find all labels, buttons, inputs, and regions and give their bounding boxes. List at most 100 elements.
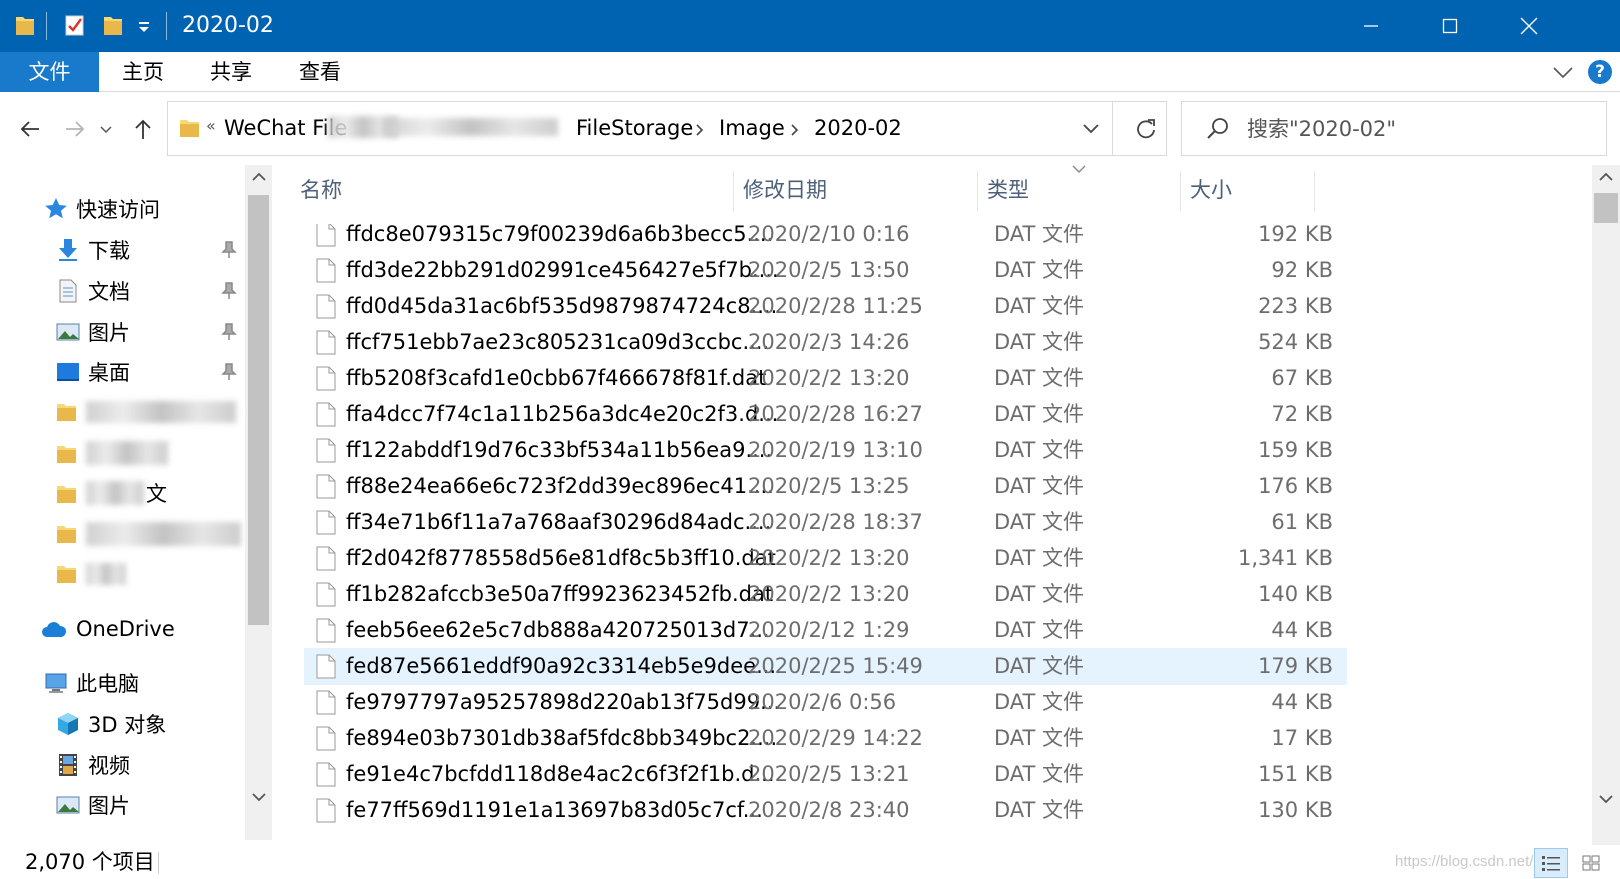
details-view-icon — [1542, 856, 1560, 871]
nav-label: 此电脑 — [76, 672, 139, 696]
nav-videos[interactable]: 视频 — [56, 748, 130, 782]
column-divider[interactable] — [1314, 171, 1315, 211]
file-name: ff34e71b6f11a7a768aaf30296d84adc.... — [346, 510, 772, 534]
chevron-up-icon — [1598, 172, 1613, 181]
column-divider[interactable] — [1180, 171, 1181, 211]
file-date: 2020/2/28 18:37 — [748, 510, 923, 534]
file-name: fe91e4c7bcfdd118d8e4ac2c6f3f2f1b.d... — [346, 762, 775, 786]
desktop-icon — [57, 363, 79, 381]
customize-dropdown-icon[interactable] — [137, 13, 151, 37]
file-row[interactable]: fe894e03b7301db38af5fdc8bb349bc2.... 2020… — [304, 720, 1347, 757]
nav-pictures[interactable]: 图片 — [56, 315, 130, 349]
pin-icon[interactable] — [221, 363, 237, 381]
nav-quick-access[interactable]: 快速访问 — [44, 192, 160, 226]
picture-icon — [56, 796, 80, 814]
search-box[interactable] — [1181, 101, 1607, 156]
file-row[interactable]: fe9797797a95257898d220ab13f75d99... 2020/… — [304, 684, 1347, 721]
file-row[interactable]: ffcf751ebb7ae23c805231ca09d3ccbc.... 2020… — [304, 324, 1347, 361]
file-size: 44 KB — [1271, 690, 1333, 714]
scrollbar-thumb[interactable] — [1594, 193, 1618, 223]
file-row[interactable]: feeb56ee62e5c7db888a420725013d7... 2020/2… — [304, 612, 1347, 649]
scrollbar-thumb[interactable] — [248, 195, 269, 625]
file-row[interactable]: ffd0d45da31ac6bf535d9879874724c8.... 2020… — [304, 288, 1347, 325]
tab-home[interactable]: 主页 — [110, 52, 176, 92]
address-dropdown-icon[interactable] — [1082, 122, 1100, 136]
back-button[interactable] — [15, 112, 45, 146]
file-row[interactable]: ffdc8e079315c79f00239d6a6b3becc5.... 2020… — [304, 224, 1347, 253]
column-divider[interactable] — [977, 171, 978, 211]
file-row[interactable]: fed87e5661eddf90a92c3314eb5e9dee... 2020/… — [304, 648, 1347, 685]
scroll-down-button[interactable] — [245, 785, 272, 809]
file-size: 1,341 KB — [1238, 546, 1333, 570]
file-icon — [316, 546, 336, 571]
address-bar[interactable]: « WeChat File FileStorage Image 2020-02 — [167, 101, 1167, 156]
tab-view[interactable]: 查看 — [287, 52, 353, 92]
breadcrumb-image[interactable]: Image — [719, 114, 785, 142]
file-row[interactable]: ff1b282afccb3e50a7ff9923623452fb.dat 2020… — [304, 576, 1347, 613]
file-row[interactable]: ffd3de22bb291d02991ce456427e5f7b.... 2020… — [304, 252, 1347, 289]
file-name: ffd0d45da31ac6bf535d9879874724c8.... — [346, 294, 778, 318]
maximize-button[interactable] — [1410, 0, 1490, 52]
file-row[interactable]: ff122abddf19d76c33bf534a11b56ea9.... 2020… — [304, 432, 1347, 469]
nav-this-pc[interactable]: 此电脑 — [44, 666, 139, 700]
scroll-up-button[interactable] — [1592, 165, 1619, 189]
forward-button[interactable] — [60, 112, 90, 146]
file-row[interactable]: ff88e24ea66e6c723f2dd39ec896ec41.... 2020… — [304, 468, 1347, 505]
file-row[interactable]: fe77ff569d1191e1a13697b83d05c7cf... 2020/… — [304, 792, 1347, 829]
tab-share[interactable]: 共享 — [198, 52, 264, 92]
minimize-button[interactable] — [1331, 0, 1411, 52]
file-size: 130 KB — [1258, 798, 1333, 822]
nav-3d-objects[interactable]: 3D 对象 — [56, 707, 166, 741]
maximize-icon — [1442, 18, 1458, 34]
details-view-button[interactable] — [1534, 848, 1568, 878]
column-header-size[interactable]: 大小 — [1190, 165, 1310, 215]
file-date: 2020/2/28 11:25 — [748, 294, 923, 318]
document-icon — [59, 279, 77, 303]
file-name: ff122abddf19d76c33bf534a11b56ea9.... — [346, 438, 773, 462]
nav-onedrive[interactable]: OneDrive — [40, 612, 175, 646]
file-type: DAT 文件 — [994, 224, 1085, 246]
file-row[interactable]: ffa4dcc7f74c1a11b256a3dc4e20c2f3.d... 202… — [304, 396, 1347, 433]
file-date: 2020/2/6 0:56 — [748, 690, 897, 714]
pin-icon[interactable] — [221, 241, 237, 259]
breadcrumb-2020-02[interactable]: 2020-02 — [814, 114, 902, 142]
nav-pc-pictures[interactable]: 图片 — [56, 788, 130, 822]
new-folder-icon[interactable] — [102, 13, 124, 37]
expand-ribbon-icon[interactable] — [1552, 62, 1574, 82]
properties-icon[interactable] — [64, 13, 86, 37]
file-date: 2020/2/2 13:20 — [748, 582, 910, 606]
file-name: ffdc8e079315c79f00239d6a6b3becc5.... — [346, 224, 774, 246]
column-header-date[interactable]: 修改日期 — [743, 165, 973, 215]
overflow-chevron[interactable]: « — [206, 116, 216, 135]
close-button[interactable] — [1489, 0, 1569, 52]
file-row[interactable]: ffb5208f3cafd1e0cbb67f466678f81f.dat 2020… — [304, 360, 1347, 397]
column-header-name[interactable]: 名称 — [300, 165, 730, 215]
file-row[interactable]: ff34e71b6f11a7a768aaf30296d84adc.... 2020… — [304, 504, 1347, 541]
recent-locations-button[interactable] — [96, 112, 116, 146]
file-list-scrollbar[interactable] — [1592, 165, 1620, 845]
file-type: DAT 文件 — [994, 330, 1085, 354]
nav-desktop[interactable]: 桌面 — [56, 355, 130, 389]
search-input[interactable] — [1247, 114, 1587, 144]
file-icon — [316, 438, 336, 463]
file-row[interactable]: fe91e4c7bcfdd118d8e4ac2c6f3f2f1b.d... 202… — [304, 756, 1347, 793]
help-icon[interactable]: ? — [1588, 60, 1612, 84]
pin-icon[interactable] — [221, 282, 237, 300]
nav-documents[interactable]: 文档 — [56, 274, 130, 308]
file-row[interactable]: ff2d042f8778558d56e81df8c5b3ff10.dat 2020… — [304, 540, 1347, 577]
column-divider[interactable] — [733, 171, 734, 211]
folder-icon — [57, 446, 76, 463]
nav-scrollbar[interactable] — [245, 165, 272, 840]
scroll-down-button[interactable] — [1592, 787, 1619, 811]
tab-file[interactable]: 文件 — [0, 52, 99, 92]
scroll-up-button[interactable] — [245, 165, 272, 189]
file-icon — [316, 330, 336, 355]
nav-downloads[interactable]: 下载 — [56, 233, 130, 267]
refresh-icon[interactable] — [1134, 116, 1158, 142]
breadcrumb-filestorage[interactable]: FileStorage — [576, 114, 693, 142]
large-icons-view-button[interactable] — [1574, 848, 1608, 878]
nav-partial-label[interactable]: 文 — [146, 476, 167, 510]
pin-icon[interactable] — [221, 323, 237, 341]
up-button[interactable] — [128, 112, 158, 146]
file-size: 151 KB — [1258, 762, 1333, 786]
